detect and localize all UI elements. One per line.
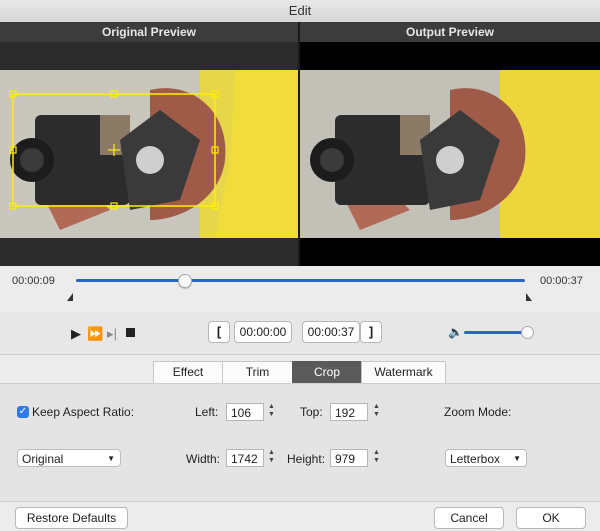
play-icon: ▶ (71, 326, 81, 341)
top-input[interactable]: 192 (330, 403, 368, 421)
top-label: Top: (300, 405, 323, 419)
set-start-button[interactable]: [ (208, 321, 230, 343)
set-start-label: [ (216, 324, 222, 339)
aspect-ratio-value: Original (22, 452, 64, 466)
output-video-frame (300, 70, 600, 238)
tab-effect-label: Effect (172, 365, 204, 379)
width-input[interactable]: 1742 (226, 449, 264, 467)
tab-watermark-label: Watermark (374, 365, 433, 379)
volume-track[interactable] (464, 331, 526, 334)
zoom-mode-value: Letterbox (450, 452, 501, 466)
tab-crop[interactable]: Crop (292, 361, 362, 384)
start-time-value: 00:00:00 (239, 325, 287, 339)
trim-start-marker[interactable] (67, 293, 73, 301)
keep-aspect-label: Keep Aspect Ratio: (32, 405, 135, 419)
height-value: 979 (335, 452, 356, 466)
timeline-area (0, 266, 600, 313)
crop-box[interactable] (0, 70, 298, 238)
original-preview-label: Original Preview (101, 25, 197, 39)
zoom-mode-select[interactable]: Letterbox ▼ (445, 449, 527, 467)
zoom-mode-label: Zoom Mode: (444, 405, 512, 419)
chevron-down-icon: ▼ (513, 454, 521, 463)
aspect-ratio-select[interactable]: Original ▼ (17, 449, 121, 467)
end-time-field[interactable]: 00:00:37 (302, 321, 360, 343)
tab-crop-label: Crop (313, 365, 340, 379)
start-time-field[interactable]: 00:00:00 (234, 321, 292, 343)
ok-button[interactable]: OK (516, 507, 586, 529)
tab-trim-label: Trim (245, 365, 270, 379)
current-time: 00:00:09 (12, 275, 55, 287)
stop-button[interactable] (126, 328, 135, 337)
left-label: Left: (195, 405, 219, 419)
left-value: 106 (231, 406, 252, 420)
top-value: 192 (335, 406, 356, 420)
width-stepper[interactable]: ▲ ▼ (267, 449, 276, 467)
volume-icon[interactable]: 🔈 (448, 325, 463, 339)
tab-effect[interactable]: Effect (153, 361, 223, 384)
fast-forward-icon: ⏩ (87, 326, 104, 341)
next-frame-icon: ▸| (107, 326, 117, 341)
keep-aspect-checkbox[interactable]: ✓ (17, 406, 29, 418)
tab-trim[interactable]: Trim (222, 361, 293, 384)
output-preview-label: Output Preview (405, 25, 494, 39)
total-time: 00:00:37 (540, 275, 583, 287)
height-stepper[interactable]: ▲ ▼ (372, 449, 381, 467)
height-input[interactable]: 979 (330, 449, 368, 467)
window-title-bar[interactable]: Edit (0, 0, 600, 23)
next-frame-button[interactable]: ▸| (105, 327, 119, 341)
ok-label: OK (542, 511, 560, 525)
cancel-label: Cancel (450, 511, 488, 525)
width-value: 1742 (231, 452, 258, 466)
left-input[interactable]: 106 (226, 403, 264, 421)
chevron-down-icon: ▼ (107, 454, 115, 463)
end-time-value: 00:00:37 (307, 325, 355, 339)
output-video-image (300, 70, 600, 238)
output-preview-header: Output Preview (300, 22, 600, 42)
set-end-label: ] (368, 324, 374, 339)
restore-defaults-button[interactable]: Restore Defaults (15, 507, 128, 529)
window-title: Edit (288, 3, 312, 18)
play-button[interactable]: ▶ (70, 327, 82, 341)
fast-forward-button[interactable]: ⏩ (87, 326, 104, 341)
height-label: Height: (287, 452, 326, 466)
timeline-playhead[interactable] (177, 274, 192, 288)
timeline-track[interactable] (76, 279, 525, 282)
width-label: Width: (186, 452, 221, 466)
set-end-button[interactable]: ] (360, 321, 382, 343)
original-preview-header: Original Preview (0, 22, 298, 42)
original-preview-pane (0, 42, 298, 266)
top-stepper[interactable]: ▲ ▼ (372, 403, 381, 421)
output-preview-pane (300, 42, 600, 266)
crop-settings-panel (0, 383, 600, 502)
cancel-button[interactable]: Cancel (434, 507, 504, 529)
trim-end-marker[interactable] (526, 293, 532, 301)
restore-defaults-label: Restore Defaults (26, 511, 117, 525)
volume-knob[interactable] (521, 326, 534, 339)
left-stepper[interactable]: ▲ ▼ (267, 403, 276, 421)
tab-watermark[interactable]: Watermark (361, 361, 446, 384)
